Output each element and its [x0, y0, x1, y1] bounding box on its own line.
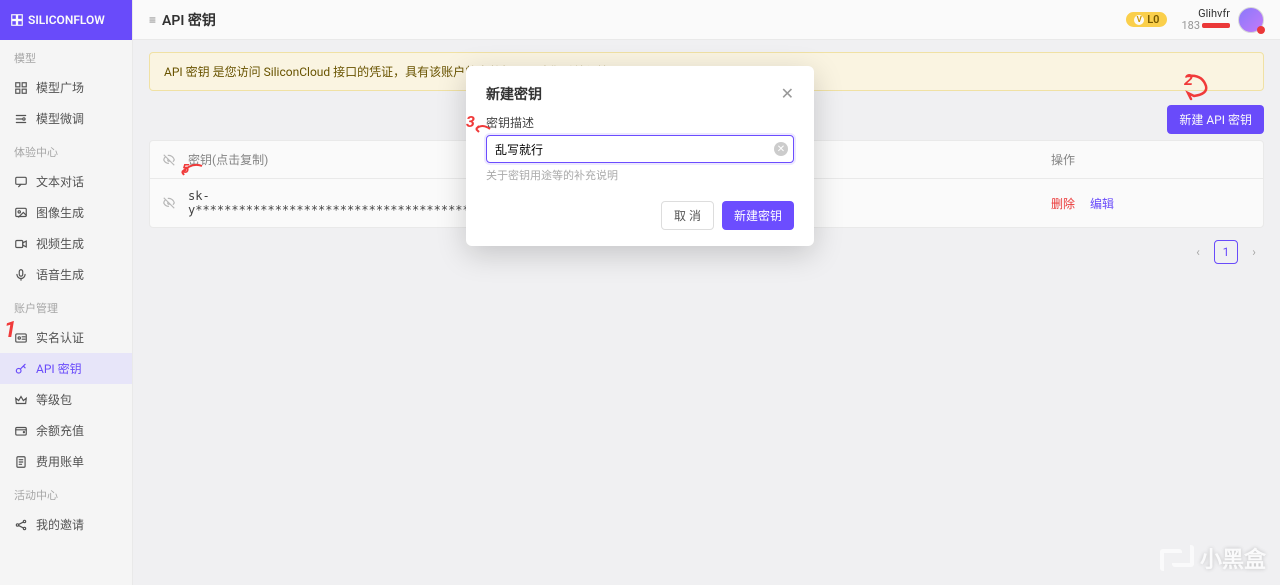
- watermark-icon: [1160, 541, 1194, 575]
- modal-overlay: 新建密钥 ✕ 密钥描述 ✕ 关于密钥用途等的补充说明 取 消 新建密钥: [0, 0, 1280, 585]
- new-key-modal: 新建密钥 ✕ 密钥描述 ✕ 关于密钥用途等的补充说明 取 消 新建密钥: [466, 66, 814, 246]
- field-label: 密钥描述: [486, 114, 794, 131]
- close-icon[interactable]: ✕: [781, 86, 794, 102]
- watermark: 小黑盒: [1160, 541, 1266, 575]
- key-description-input[interactable]: [486, 135, 794, 163]
- clear-icon[interactable]: ✕: [774, 142, 788, 156]
- confirm-button[interactable]: 新建密钥: [722, 201, 794, 230]
- cancel-button[interactable]: 取 消: [661, 201, 714, 230]
- modal-title: 新建密钥: [486, 84, 542, 104]
- field-hint: 关于密钥用途等的补充说明: [486, 167, 794, 183]
